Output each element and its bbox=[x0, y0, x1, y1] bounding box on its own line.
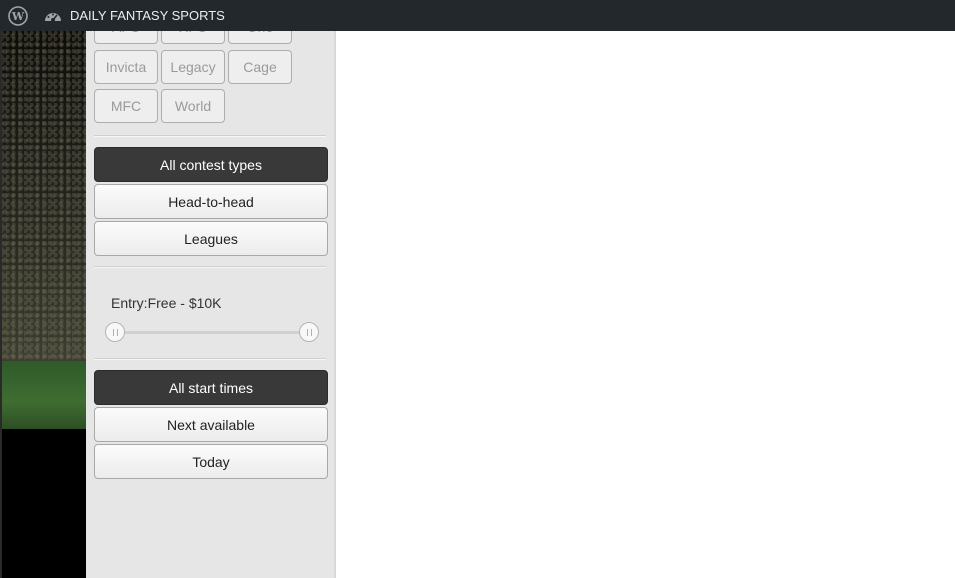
head-to-head-button[interactable]: Head-to-head bbox=[94, 184, 328, 219]
photo-edge bbox=[0, 31, 2, 578]
site-name-label: DAILY FANTASY SPORTS bbox=[70, 8, 225, 23]
next-available-button[interactable]: Next available bbox=[94, 407, 328, 442]
all-contest-types-button[interactable]: All contest types bbox=[94, 147, 328, 182]
league-tag-mfc[interactable]: MFC bbox=[94, 89, 158, 123]
crowd-area bbox=[0, 31, 86, 361]
pitch-area bbox=[0, 361, 86, 429]
leagues-button[interactable]: Leagues bbox=[94, 221, 328, 256]
entry-min-value: Free bbox=[147, 295, 177, 311]
entry-slider-track[interactable] bbox=[115, 331, 310, 334]
league-tag-world[interactable]: World bbox=[161, 89, 225, 123]
section-divider bbox=[94, 266, 326, 268]
svg-text:W: W bbox=[11, 10, 25, 23]
entry-label: Entry: bbox=[111, 295, 148, 311]
all-start-times-button[interactable]: All start times bbox=[94, 370, 328, 405]
site-name-link[interactable]: DAILY FANTASY SPORTS bbox=[36, 0, 225, 31]
section-divider bbox=[94, 135, 326, 137]
dashboard-gauge-icon bbox=[44, 7, 62, 25]
entry-slider-min-handle[interactable] bbox=[105, 322, 125, 342]
admin-bar: W DAILY FANTASY SPORTS bbox=[0, 0, 955, 31]
panel-border bbox=[334, 31, 336, 578]
entry-slider-max-handle[interactable] bbox=[299, 322, 319, 342]
entry-range-label: Entry:Free - $10K bbox=[111, 295, 222, 311]
wordpress-logo-icon[interactable]: W bbox=[0, 0, 36, 31]
today-button[interactable]: Today bbox=[94, 444, 328, 479]
league-tag-legacy[interactable]: Legacy bbox=[161, 50, 225, 84]
league-tag-cage[interactable]: Cage bbox=[228, 50, 292, 84]
background-stadium-image bbox=[0, 31, 86, 578]
entry-separator: - bbox=[176, 295, 189, 311]
section-divider bbox=[94, 358, 326, 360]
league-tag-invicta[interactable]: Invicta bbox=[94, 50, 158, 84]
entry-max-value: $10K bbox=[188, 295, 222, 311]
